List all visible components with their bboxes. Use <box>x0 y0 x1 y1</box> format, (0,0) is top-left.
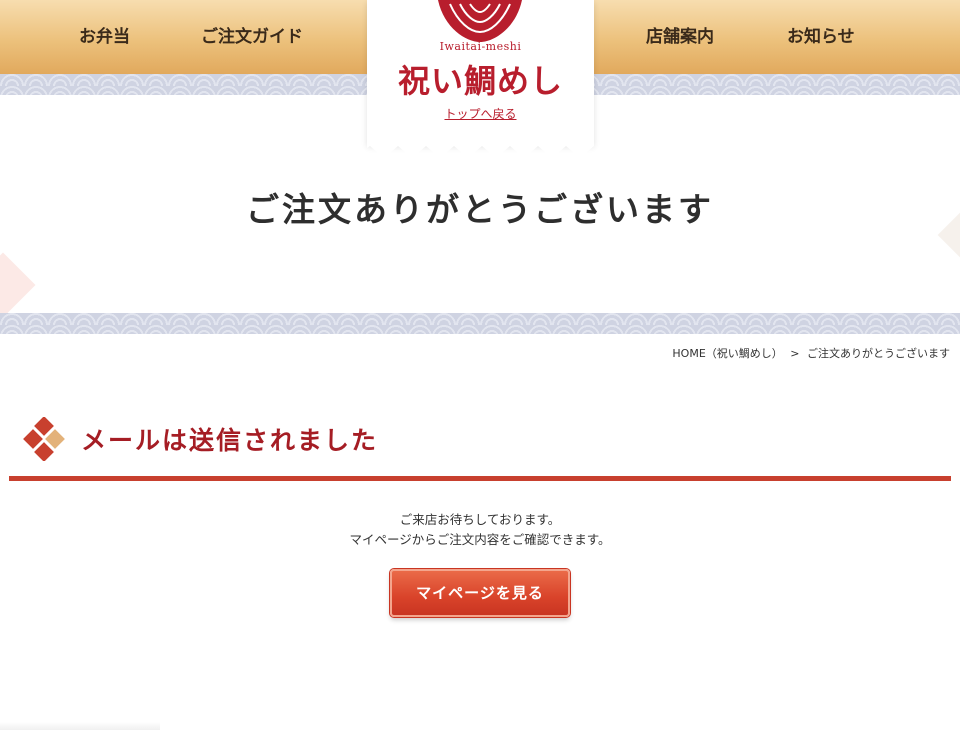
nav-item-store-info[interactable]: 店舗案内 <box>646 0 714 74</box>
breadcrumb: HOME（祝い鯛めし） > ご注文ありがとうございます <box>672 345 950 361</box>
back-to-top: トップへ戻る <box>367 103 594 122</box>
nav-item-order-guide[interactable]: ご注文ガイド <box>201 0 303 74</box>
view-mypage-button[interactable]: マイページを見る <box>390 569 570 617</box>
breadcrumb-current: ご注文ありがとうございます <box>807 347 950 360</box>
wave-pattern-band <box>0 313 960 334</box>
bottom-shadow <box>0 722 160 730</box>
fish-crest-icon <box>438 0 522 42</box>
message-line: マイページからご注文内容をご確認できます。 <box>349 532 611 547</box>
nav-item-news[interactable]: お知らせ <box>787 0 855 74</box>
thank-you-message: ご来店お待ちしております。 マイページからご注文内容をご確認できます。 <box>0 510 960 550</box>
message-line: ご来店お待ちしております。 <box>399 512 561 527</box>
logo-wordmark[interactable]: 祝い鯛めし <box>367 56 594 102</box>
page-title: ご注文ありがとうございます <box>246 190 714 229</box>
back-to-top-link[interactable]: トップへ戻る <box>444 107 516 121</box>
breadcrumb-separator: > <box>790 347 800 360</box>
diamond-cluster-icon <box>23 417 65 461</box>
section-title: メールは送信されました <box>81 426 379 455</box>
decorative-diamond <box>0 252 36 318</box>
section-divider <box>9 476 951 481</box>
logo-subtitle: Iwaitai-meshi <box>439 40 522 53</box>
breadcrumb-home-link[interactable]: HOME（祝い鯛めし） <box>672 347 782 360</box>
logo-card-zigzag <box>367 140 594 158</box>
nav-item-bento[interactable]: お弁当 <box>79 0 130 74</box>
